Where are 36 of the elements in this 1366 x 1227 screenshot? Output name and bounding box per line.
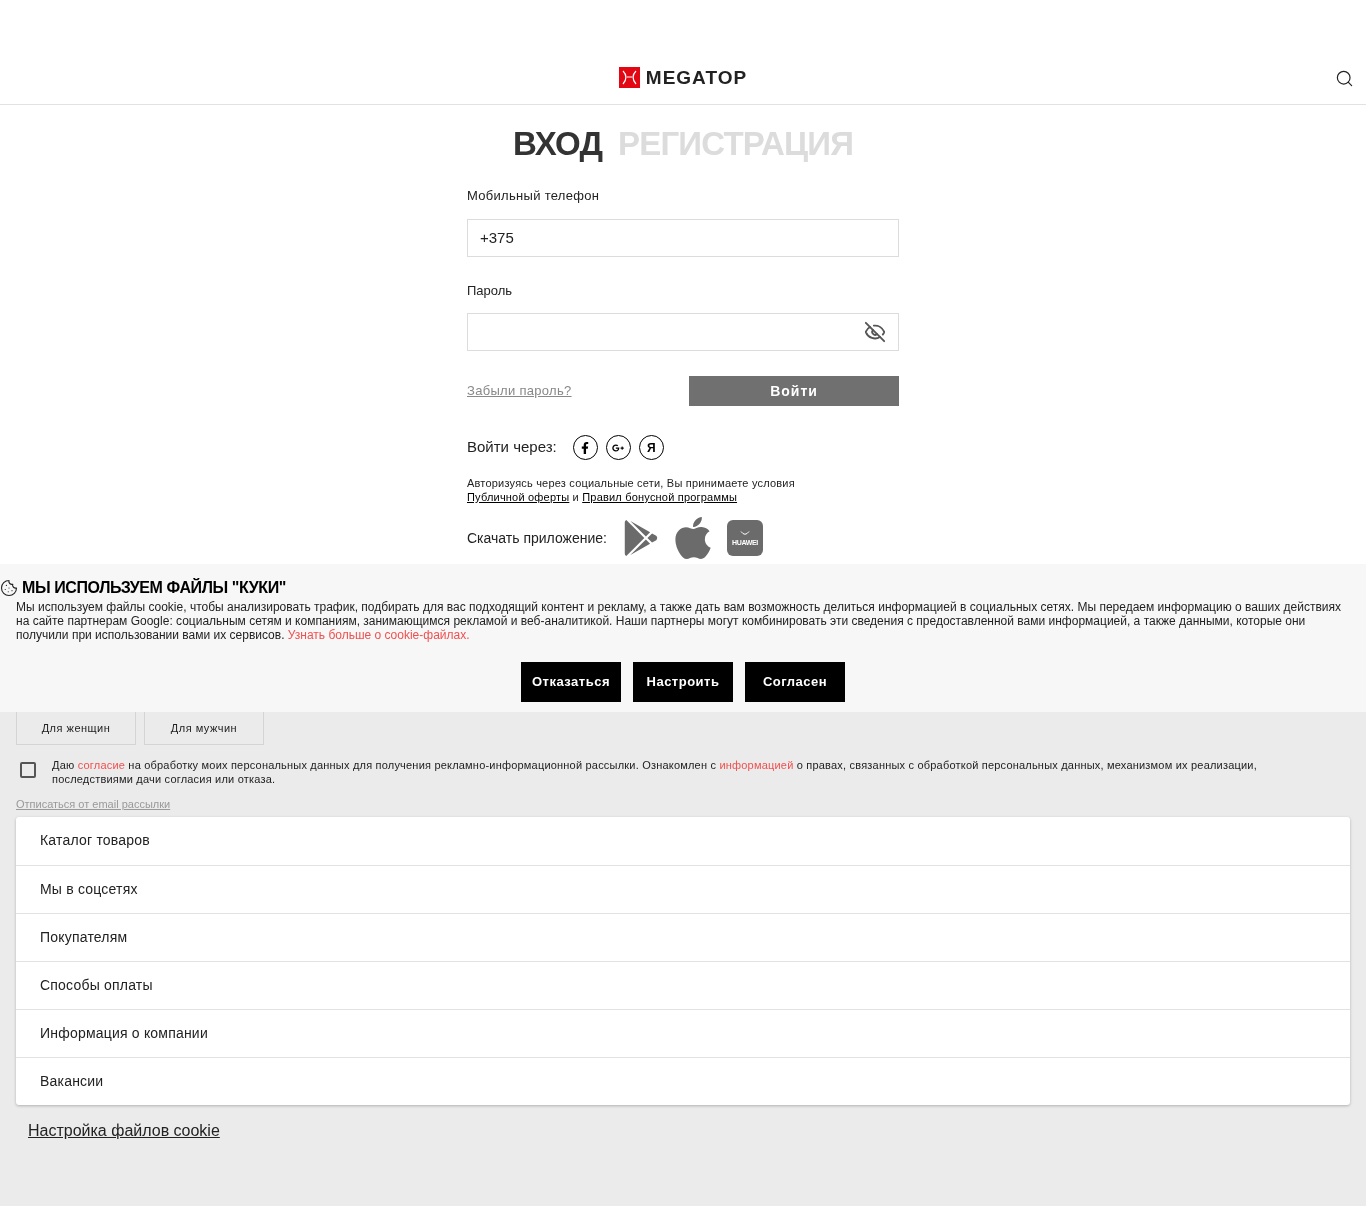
forgot-password-link[interactable]: Забыли пароль? [467,381,572,401]
footer-menu-item[interactable]: Покупателям [16,912,1350,961]
cookie-button[interactable]: Настроить [633,662,733,702]
social-login-label: Войти через: [467,437,557,458]
login-button[interactable]: Войти [689,376,899,406]
audience-button[interactable]: Для мужчин [144,712,264,745]
cookie-banner-text: Мы используем файлы cookie, чтобы анализировать трафик, подбирать для вас подходящий контент и рекламу, а также дать вам возможность делиться информацией в социальных сетях. Мы передаем информацию о ваших действиях на сайте партнерам Google: социальным сетям и компаниям, занимающимся рекламой и веб-аналитикой. Наши партнеры могут комбинировать эти сведения с предоставленной вами информацией, а также данными, которые они получили при использовании вами их сервисов. Узнать больше о cookie-файлах. [16,600,1343,642]
consent-text: Даю согласие на обработку моих персональных данных для получения рекламно-информационной рассылки. Ознакомлен с информацией о правах, связанных с обработкой персональных данных, механизмом их реализации, последствиями дачи согласия или отказа. [52,758,1258,786]
auth-tab[interactable]: ВХОД [512,127,603,160]
footer-menu-item[interactable]: Мы в соцсетях [16,864,1350,913]
play-store-icon[interactable] [622,518,659,558]
phone-input[interactable]: +375 [467,218,899,257]
footer-menu-item[interactable]: Каталог товаров [16,816,1350,865]
cookie-icon [0,579,18,597]
search-icon[interactable] [1335,69,1354,88]
download-app-label: Скачать приложение: [467,528,607,548]
consent-checkbox[interactable] [20,762,36,778]
audience-button[interactable]: Для женщин [16,712,136,745]
eye-off-icon[interactable] [864,321,886,343]
cookie-banner-title: МЫ ИСПОЛЬЗУЕМ ФАЙЛЫ "КУКИ" [22,577,286,598]
field-label: Пароль [467,281,514,300]
logo[interactable]: MEGATOP [618,67,748,88]
cookie-settings-link[interactable]: Настройка файлов cookie [28,1118,220,1143]
field-label: Мобильный телефон [467,187,601,205]
smile-arc-icon [739,530,750,536]
text-link[interactable]: Публичной оферты [467,491,570,503]
cookie-button[interactable]: Согласен [745,662,845,702]
footer-menu-item[interactable]: Информация о компании [16,1008,1350,1057]
footer-menu-item[interactable]: Вакансии [16,1056,1350,1105]
apple-icon[interactable] [672,514,713,562]
text-link[interactable]: Правил бонусной программы [582,491,738,503]
terms-text: Авторизуясь через социальные сети, Вы принимаете условия Публичной оферты и Правил бонусной программы [467,476,796,504]
footer-menu-item[interactable]: Способы оплаты [16,960,1350,1009]
password-input[interactable] [467,313,899,351]
logo-mark-icon [618,67,640,88]
cookie-button[interactable]: Отказаться [521,662,621,702]
